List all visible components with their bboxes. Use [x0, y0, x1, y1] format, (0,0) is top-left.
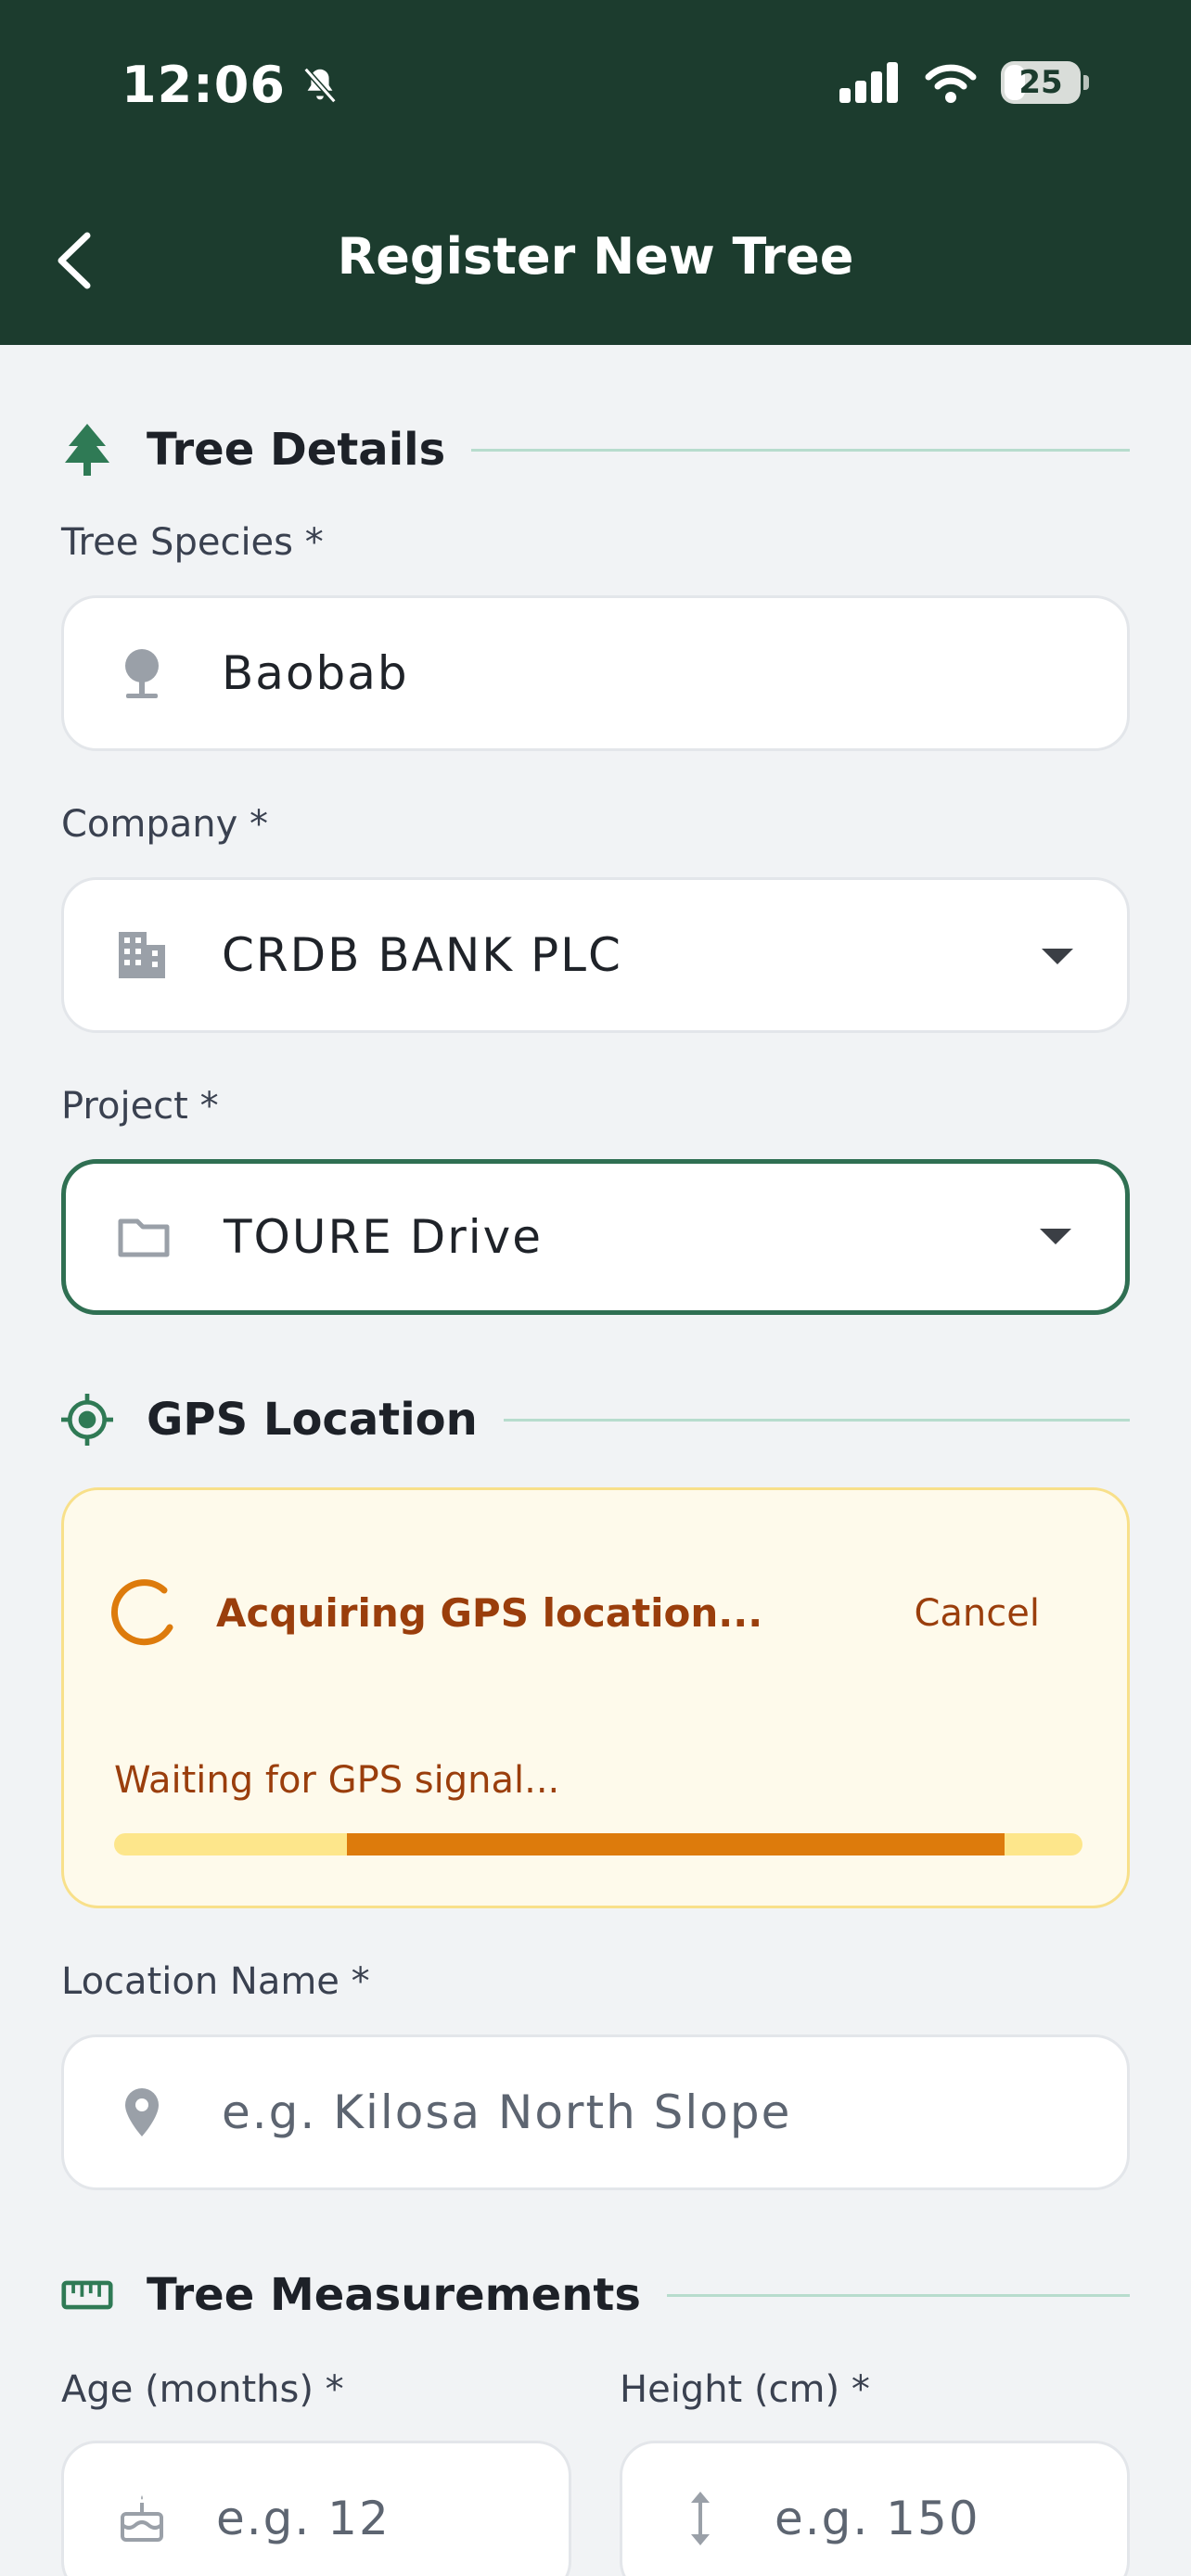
age-label: Age (months) * [61, 2368, 344, 2411]
height-label: Height (cm) * [620, 2368, 870, 2411]
cake-icon [121, 2495, 163, 2542]
status-bar-time: 12:06 [122, 56, 341, 114]
location-name-placeholder: e.g. Kilosa North Slope [222, 2085, 792, 2139]
project-select[interactable]: TOURE Drive [61, 1159, 1130, 1315]
company-label: Company * [61, 803, 269, 846]
folder-icon [118, 1218, 170, 1257]
company-value: CRDB BANK PLC [222, 928, 622, 982]
project-label: Project * [61, 1085, 219, 1128]
height-placeholder: e.g. 150 [775, 2492, 980, 2545]
page-title: Register New Tree [337, 227, 854, 286]
ruler-icon [61, 2280, 113, 2310]
tree-species-label: Tree Species * [61, 521, 324, 564]
app-header: 12:06 25 Register New Tree [0, 0, 1191, 345]
gps-status-text: Acquiring GPS location... [216, 1590, 763, 1636]
chevron-down-icon[interactable] [1040, 1229, 1071, 1244]
tree-species-field[interactable]: Baobab [61, 595, 1130, 751]
gps-target-icon [61, 1394, 113, 1446]
gps-progress-bar [346, 1833, 1005, 1855]
section-divider [471, 448, 1130, 452]
clock-text: 12:06 [122, 56, 286, 114]
location-name-input[interactable]: e.g. Kilosa North Slope [61, 2034, 1130, 2190]
battery-icon: 25 [1001, 61, 1081, 104]
section-title: GPS Location [147, 1394, 478, 1446]
gps-cancel-button[interactable]: Cancel [914, 1592, 1040, 1635]
building-icon [119, 932, 165, 978]
height-input[interactable]: e.g. 150 [620, 2441, 1130, 2576]
chevron-down-icon[interactable] [1042, 949, 1073, 964]
gps-progress-track [114, 1833, 1082, 1855]
vertical-arrows-icon [691, 2492, 710, 2545]
section-gps-location: GPS Location [61, 1387, 1130, 1452]
section-divider [666, 2293, 1130, 2297]
bell-muted-icon [303, 67, 337, 103]
status-bar-indicators: 25 [839, 61, 1089, 104]
section-divider [503, 1418, 1130, 1422]
gps-waiting-text: Waiting for GPS signal... [114, 1759, 560, 1802]
age-placeholder: e.g. 12 [216, 2492, 391, 2545]
battery-level: 25 [1018, 64, 1063, 101]
section-title: Tree Measurements [147, 2269, 641, 2321]
location-name-label: Location Name * [61, 1960, 370, 2003]
section-tree-details: Tree Details [61, 417, 1130, 482]
section-tree-measurements: Tree Measurements [61, 2263, 1130, 2327]
wifi-icon [925, 64, 977, 103]
map-pin-icon [125, 2088, 159, 2136]
age-input[interactable]: e.g. 12 [61, 2441, 571, 2576]
signal-icon [839, 62, 898, 103]
section-title: Tree Details [147, 424, 446, 476]
species-icon [125, 649, 159, 698]
gps-status-card: Acquiring GPS location... Cancel Waiting… [61, 1487, 1130, 1908]
company-select[interactable]: CRDB BANK PLC [61, 877, 1130, 1033]
project-value: TOURE Drive [224, 1210, 544, 1264]
tree-icon [65, 424, 109, 476]
loading-spinner-icon [110, 1579, 173, 1646]
tree-species-value: Baobab [222, 646, 409, 700]
